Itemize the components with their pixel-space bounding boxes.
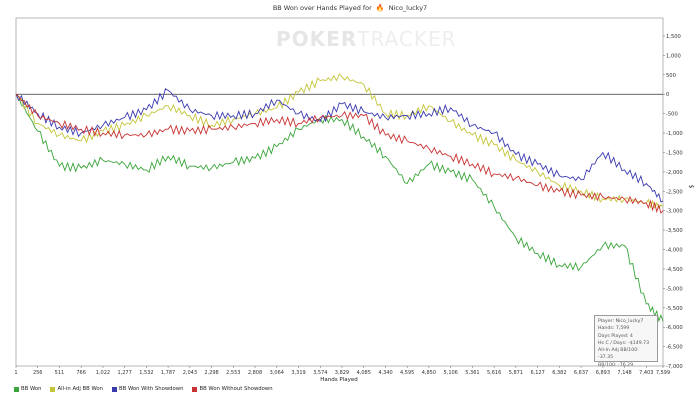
legend-item: BB Won Without Showdown: [192, 386, 273, 392]
x-tick-label: 2,808: [248, 370, 262, 376]
info-line: All-In Adj BB/100: -37.35: [598, 348, 639, 361]
x-tick-label: 5,361: [465, 370, 479, 376]
y-tick-label: -5,000: [666, 286, 683, 292]
x-tick-label: 6,637: [574, 370, 588, 376]
x-tick-label: 4,085: [357, 370, 371, 376]
x-tick-label: 3,064: [270, 370, 284, 376]
legend-label: BB Won Without Showdown: [199, 386, 273, 392]
y-tick-label: 500: [666, 73, 676, 79]
x-tick-label: 1: [14, 370, 17, 376]
x-tick-label: 1,787: [161, 370, 175, 376]
x-tick-label: 6,127: [530, 370, 544, 376]
legend-item: All-in Adj BB Won: [50, 386, 103, 392]
x-tick-label: 7,403: [639, 370, 653, 376]
y-tick-label: -3,000: [666, 209, 683, 215]
x-tick-label: 5,871: [509, 370, 523, 376]
y-tick-label: -5,500: [666, 306, 683, 312]
legend-swatch: [50, 386, 56, 392]
legend-label: BB Won With Showdown: [119, 386, 184, 392]
x-tick-label: 511: [55, 370, 65, 376]
series-line-4: [15, 93, 664, 214]
x-tick-label: 2,553: [226, 370, 240, 376]
legend: BB Won All-in Adj BB Won BB Won With Showd…: [14, 386, 273, 392]
y-tick-label: -4,500: [666, 267, 683, 273]
y-tick-label: -2,000: [666, 170, 683, 176]
x-tick-label: 4,340: [378, 370, 392, 376]
info-line: Hands: 7,599: [598, 326, 630, 332]
legend-label: All-in Adj BB Won: [57, 386, 103, 392]
legend-item: BB Won With Showdown: [112, 386, 183, 392]
y-tick-label: -4,000: [666, 248, 683, 254]
info-line: Player: Nico_lucky7: [598, 319, 644, 324]
x-tick-label: 2,298: [204, 370, 218, 376]
legend-swatch: [14, 386, 19, 392]
y-tick-label: -1,500: [666, 150, 683, 156]
y-tick-label: 1,500: [666, 34, 681, 40]
x-tick-label: 4,850: [422, 370, 436, 376]
x-tick-label: 1,532: [139, 370, 153, 376]
x-tick-label: 3,574: [313, 370, 327, 376]
legend-item: BB Won: [14, 386, 41, 392]
info-line: BB/100: -76.29: [598, 362, 634, 368]
x-tick-label: 5,616: [487, 370, 501, 376]
x-tick-label: 6,382: [552, 370, 566, 376]
x-tick-label: 256: [33, 370, 43, 376]
info-line: Days Played: 4: [598, 333, 633, 339]
player-info-box: Player: Nico_lucky7 Hands: 7,599 Days Play…: [594, 315, 658, 368]
y-tick-label: 1,000: [666, 53, 681, 59]
series-line-3: [15, 88, 664, 203]
y-tick-label: -1,000: [666, 131, 683, 137]
x-axis-label: Hands Played: [320, 377, 358, 383]
legend-swatch: [192, 386, 198, 392]
y-tick-label: -6,000: [666, 325, 683, 331]
x-tick-label: 7,599: [656, 370, 670, 376]
x-tick-label: 1,022: [96, 370, 110, 376]
y-tick-label: -500: [666, 112, 678, 118]
x-tick-label: 5,106: [444, 370, 458, 376]
legend-label: BB Won: [21, 386, 42, 392]
series-line-1: [15, 93, 664, 323]
x-tick-label: 3,829: [335, 370, 349, 376]
x-tick-label: 7,148: [617, 370, 631, 376]
y-axis-label: $: [687, 184, 695, 189]
y-tick-label: -3,500: [666, 228, 683, 234]
y-tick-label: -6,500: [666, 345, 683, 351]
legend-swatch: [112, 386, 117, 392]
y-tick-label: -2,500: [666, 189, 683, 195]
x-tick-label: 766: [76, 370, 86, 376]
x-tick-label: 3,319: [291, 370, 305, 376]
y-tick-label: 0: [666, 92, 669, 98]
x-tick-label: 2,043: [183, 370, 197, 376]
chart-frame: BB Won over Hands Played for 🔥 Nico_luck…: [0, 0, 700, 403]
x-tick-label: 1,277: [117, 370, 131, 376]
x-tick-label: 6,893: [596, 370, 610, 376]
info-line: Hs C / Days: -$149.73: [598, 340, 650, 346]
x-tick-label: 4,595: [400, 370, 414, 376]
